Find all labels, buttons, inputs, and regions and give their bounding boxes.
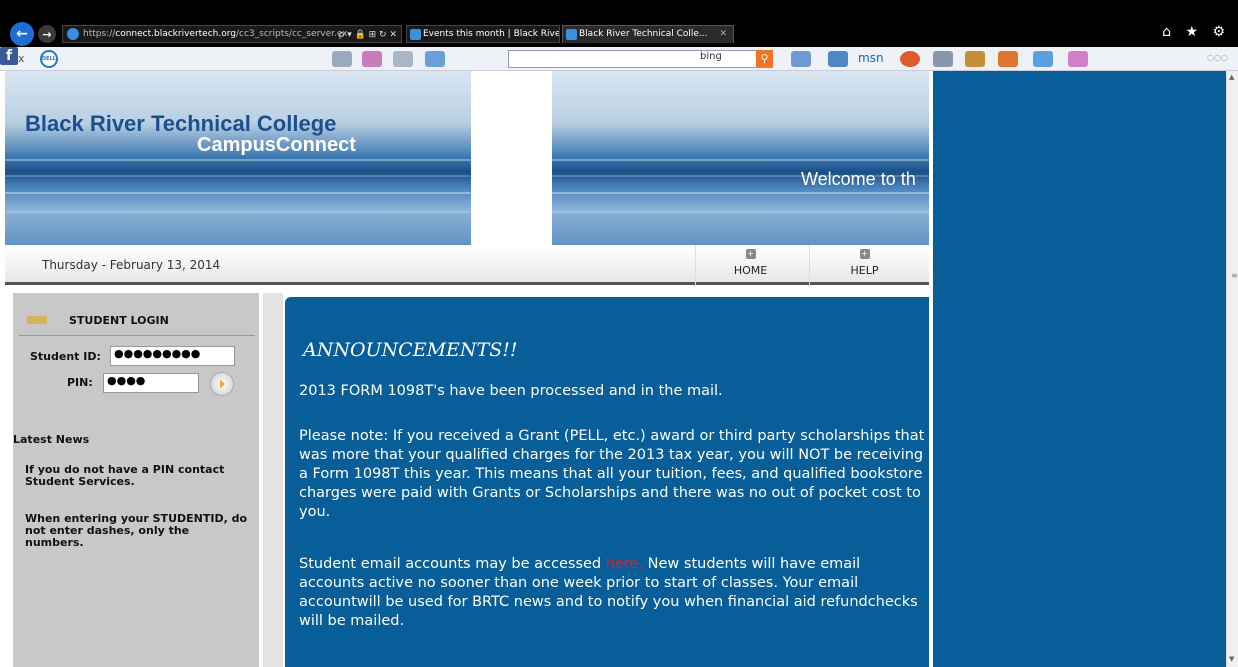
skype-icon[interactable] (1033, 51, 1053, 67)
pin-label: PIN: (67, 376, 93, 389)
tab-brtc-active[interactable]: Black River Technical Colle... ✕ (562, 25, 734, 43)
home-favorites-settings-icons[interactable]: ⌂ ★ ⚙ (1162, 24, 1230, 40)
facebook-icon[interactable]: f (0, 47, 18, 65)
help-nav-label: HELP (850, 264, 879, 277)
scroll-down-icon[interactable]: ▼ (1229, 655, 1234, 663)
announcement-paragraph: Please note: If you received a Grant (PE… (299, 428, 925, 520)
tab-favicon-icon (566, 29, 577, 40)
dell-icon[interactable]: DELL (40, 50, 58, 68)
email-text-before: Student email accounts may be accessed (299, 556, 606, 572)
right-background (933, 71, 1226, 667)
pin-input[interactable]: ●●●● (103, 373, 199, 393)
date-nav-bar: Thursday - February 13, 2014 + HOME + HE… (5, 245, 929, 285)
divider (19, 335, 255, 336)
arrow-right-icon (219, 380, 225, 388)
alert-icon[interactable] (425, 51, 445, 67)
forward-button[interactable]: → (38, 25, 56, 43)
address-row: ← → https://connect.blackrivertech.org/c… (0, 0, 1238, 47)
email-here-link[interactable]: here. (606, 556, 643, 572)
tab-title: Black River Technical Colle... (579, 29, 708, 39)
tab-title: Events this month | Black River... (423, 29, 560, 39)
command-toolbar: x DELL f bing ⚲ msn ○○○ (0, 47, 1238, 71)
fire-icon[interactable] (998, 51, 1018, 67)
student-id-input[interactable]: ●●●●●●●●● (110, 346, 235, 366)
home-nav-label: HOME (733, 264, 768, 277)
search-icon[interactable]: ⚲ (756, 50, 773, 67)
scroll-up-icon[interactable]: ▲ (1229, 73, 1234, 81)
tab-favicon-icon (410, 29, 421, 40)
login-sidebar: STUDENT LOGIN Student ID: ●●●●●●●●● PIN:… (13, 293, 259, 667)
movie-icon[interactable] (965, 51, 985, 67)
login-submit-button[interactable] (210, 372, 234, 396)
ie-icon (67, 28, 79, 40)
current-date: Thursday - February 13, 2014 (42, 258, 221, 272)
scroll-thumb-icon[interactable]: ≡ (1231, 271, 1238, 280)
film-icon[interactable] (933, 51, 953, 67)
column-separator (263, 293, 283, 667)
announcement-paragraph: 2013 FORM 1098T's have been processed an… (299, 383, 723, 399)
help-tab-icon: + (859, 249, 870, 259)
announcements-title: ANNOUNCEMENTS!! (303, 339, 518, 361)
weather-icon[interactable] (393, 51, 413, 67)
login-title: STUDENT LOGIN (69, 314, 169, 327)
student-id-label: Student ID: (30, 350, 101, 363)
page-content: ▲ ≡ ▼ Black River Technical College Camp… (0, 71, 1238, 667)
bing-label: bing (700, 51, 722, 62)
address-domain: connect.blackrivertech.org (115, 29, 236, 39)
news-item: If you do not have a PIN contact Student… (25, 463, 225, 488)
browser-chrome: ← → https://connect.blackrivertech.org/c… (0, 0, 1238, 47)
tab-events[interactable]: Events this month | Black River... (406, 25, 560, 43)
game-icon[interactable] (900, 51, 920, 67)
toolbar-search-input[interactable] (508, 50, 773, 68)
pencil-icon[interactable] (362, 51, 382, 67)
more-icon[interactable]: ○○○ (1207, 53, 1228, 62)
key-icon (27, 316, 47, 324)
header-banner: Black River Technical College CampusConn… (5, 71, 929, 245)
msn-icon[interactable]: msn (858, 51, 884, 65)
home-tab-icon: + (745, 249, 756, 259)
help-nav-button[interactable]: + HELP (809, 245, 919, 285)
banner-gap (471, 71, 552, 245)
tab-close-icon[interactable]: ✕ (719, 26, 727, 43)
news-icon[interactable] (332, 51, 352, 67)
welcome-text: Welcome to th (801, 169, 916, 189)
announcement-email-paragraph: Student email accounts may be accessed h… (299, 555, 929, 631)
news-item: When entering your STUDENTID, do not ent… (25, 512, 248, 549)
address-path: /cc3_scripts/cc_server.ex (236, 29, 348, 39)
back-button[interactable]: ← (10, 22, 34, 46)
toolbar-close-icon[interactable]: x (18, 52, 25, 65)
puzzle-icon[interactable] (1068, 51, 1088, 67)
chat-icon[interactable] (828, 51, 848, 67)
home-nav-button[interactable]: + HOME (695, 245, 805, 285)
announcements-panel: ANNOUNCEMENTS!! 2013 FORM 1098T's have b… (285, 297, 929, 667)
address-bar-icons[interactable]: ρ ▾ 🔒 ⊞ ↻ ✕ (339, 27, 397, 42)
thumbs-up-icon[interactable] (791, 51, 811, 67)
scrollbar[interactable] (1226, 71, 1238, 667)
address-bar[interactable]: https://connect.blackrivertech.org/cc3_s… (62, 25, 402, 43)
address-prefix: https:// (83, 29, 116, 39)
latest-news-heading: Latest News (13, 433, 90, 446)
site-subtitle: CampusConnect (197, 134, 356, 156)
